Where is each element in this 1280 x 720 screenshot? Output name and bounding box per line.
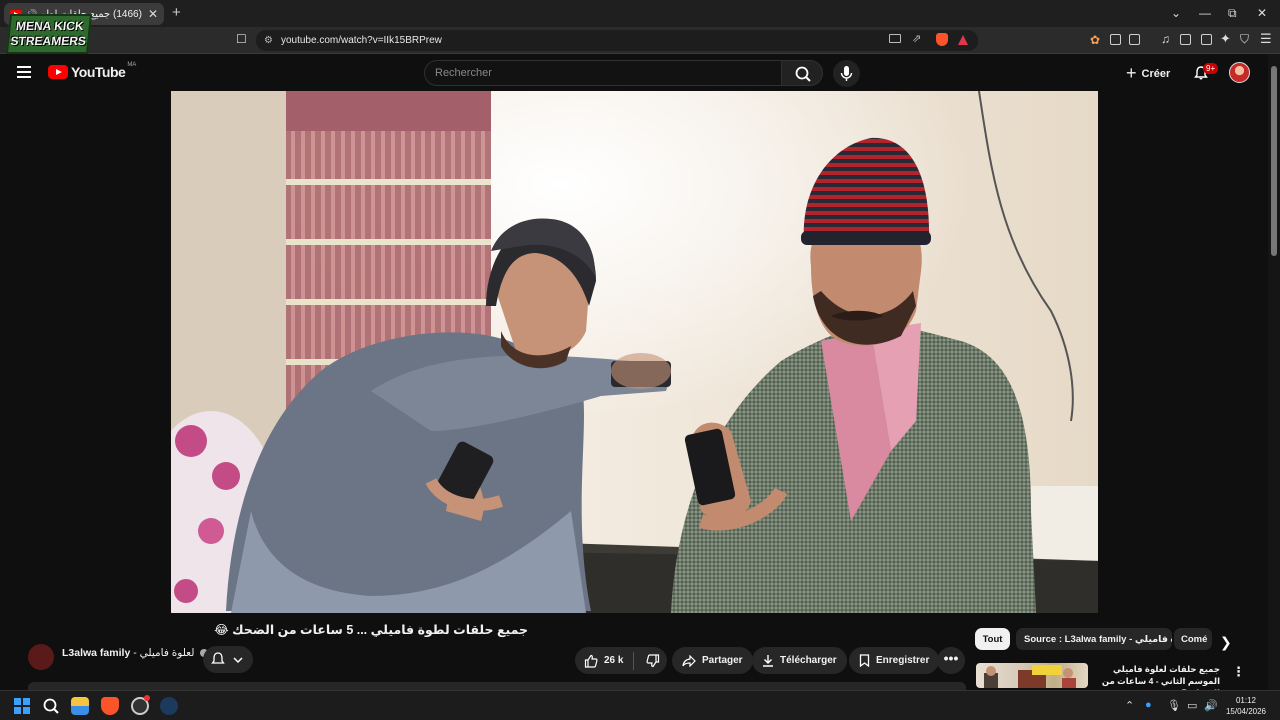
chip-next-chevron-icon[interactable]: ❯ [1220,634,1232,651]
brave-shield-icon[interactable] [936,33,948,46]
clock-date: 15/04/2026 [1225,707,1267,716]
brave-rewards-icon[interactable] [958,35,968,45]
file-explorer-icon[interactable] [71,697,89,715]
channel-name[interactable]: L3alwa family - لعلوة فاميلي [62,647,209,659]
site-settings-icon[interactable]: ⚙ [264,35,273,46]
plus-icon: + [1126,63,1137,83]
bell-chevron-icon [211,652,243,664]
download-label: Télécharger [780,655,837,666]
account-avatar[interactable] [1229,62,1250,83]
chip-source[interactable]: Source : L3alwa family - لعلوة فاميلي [1016,628,1172,650]
browser-menu-icon[interactable]: ☰ [1260,31,1272,47]
recommended-video-menu-icon[interactable]: ⋮ [1232,664,1245,680]
country-code: MA [127,62,137,68]
like-count[interactable]: 26 k [604,655,623,666]
cast-icon[interactable] [889,34,901,43]
like-divider [633,651,635,670]
chip-all[interactable]: Tout [975,628,1010,650]
thumbnail-image [984,665,1076,688]
share-button[interactable]: Partager [672,647,753,674]
minimize-button[interactable]: — [1199,6,1211,20]
save-button[interactable]: Enregistrer [849,647,940,674]
extension-icon[interactable]: ✿ [1090,33,1100,47]
search-button[interactable] [781,60,823,86]
youtube-play-icon [48,65,68,79]
puzzle-extensions-icon[interactable] [1110,34,1121,45]
app-notification-dot [144,695,150,701]
channel-row: L3alwa family - لعلوة فاميلي [28,644,548,680]
wallet-icon[interactable] [1201,34,1212,45]
new-tab-button[interactable]: + [172,4,181,21]
hamburger-menu-icon[interactable] [17,66,31,81]
media-icon[interactable]: ♫ [1161,32,1170,46]
create-label: Créer [1141,67,1171,80]
share-icon[interactable]: ⇗ [912,32,921,45]
vpn-shield-icon[interactable]: ⛉ [1240,32,1249,47]
address-bar[interactable]: ⚙ youtube.com/watch?v=IIk15BRPrew [256,30,978,51]
like-dislike-group: 26 k [575,647,667,674]
save-label: Enregistrer [876,655,930,666]
overlay-logo-line-2: STREAMERS [9,34,87,48]
search-icon [795,66,811,82]
tab-search-chevron-icon[interactable]: ⌄ [1171,6,1181,20]
volume-icon[interactable]: 🔊 [1204,699,1218,712]
stream-overlay-logo: MENA KICK STREAMERS [5,14,93,54]
youtube-wordmark: YouTube [71,64,126,80]
youtube-logo[interactable]: YouTube MA [48,62,137,80]
network-icon[interactable]: ▭ [1187,699,1197,712]
channel-name-arabic[interactable]: - لعلوة فاميلي [133,647,194,659]
bookmark-icon[interactable]: ☐ [236,32,247,46]
share-label: Partager [702,655,743,666]
video-player[interactable] [171,91,1098,613]
download-button[interactable]: Télécharger [752,647,847,674]
voice-search-button[interactable] [833,60,860,87]
tray-app-icon[interactable]: ● [1145,699,1152,711]
dislike-icon[interactable] [646,653,660,668]
download-icon [763,655,773,667]
windows-taskbar: ⌃ ● 🎙 ▭ 🔊 01:12 15/04/2026 [0,690,1280,720]
description-box[interactable] [28,682,966,690]
search-input[interactable]: Rechercher [424,60,782,86]
steam-icon[interactable] [160,697,178,715]
create-button[interactable]: + Créer [1126,63,1170,84]
tray-overflow-icon[interactable]: ⌃ [1125,699,1134,712]
subscription-bell-button[interactable] [203,646,253,673]
recommended-video-thumbnail[interactable] [976,663,1088,688]
taskbar-search-icon[interactable] [42,697,60,715]
video-frame[interactable] [171,91,1098,613]
brave-browser-icon[interactable] [101,697,119,715]
overlay-logo-line-1: MENA KICK [15,19,85,33]
extension-box-icon[interactable] [1129,34,1140,45]
browser-toolbar: ❮ ❯ ↻ ☐ ⚙ youtube.com/watch?v=IIk15BRPre… [0,27,1280,54]
scrollbar-thumb[interactable] [1271,66,1277,256]
more-actions-button[interactable]: ••• [937,647,965,674]
youtube-header: YouTube MA Rechercher + Créer 9+ [0,54,1268,91]
video-title: جميع حلقات لطوة فاميلي ... 5 ساعات من ال… [214,623,528,637]
window-close-button[interactable]: ✕ [1257,6,1267,20]
leo-ai-icon[interactable]: ✦ [1220,31,1231,47]
tab-close-icon[interactable]: ✕ [148,7,158,21]
clock-time: 01:12 [1235,696,1257,705]
microphone-icon [840,66,853,81]
bookmark-save-icon [859,654,870,667]
restore-button[interactable]: ⧉ [1228,6,1237,21]
taskbar-clock[interactable]: 01:12 15/04/2026 [1221,695,1271,717]
notification-badge: 9+ [1203,63,1219,74]
windows-start-icon[interactable] [14,698,30,714]
browser-tab-bar: 🔊 (1466) جميع حلقات لطوة ... ✕ + ⌄ — ⧉ ✕ [0,0,1280,27]
microphone-tray-icon[interactable]: 🎙 [1167,699,1181,712]
like-icon[interactable] [584,654,598,668]
url-text[interactable]: youtube.com/watch?v=IIk15BRPrew [281,35,442,46]
share-arrow-icon [682,654,696,667]
sidebar-icon[interactable] [1180,34,1191,45]
channel-name-latin[interactable]: L3alwa family [62,647,130,659]
channel-avatar[interactable] [28,644,54,670]
chip-comedy[interactable]: Comé [1174,628,1212,650]
